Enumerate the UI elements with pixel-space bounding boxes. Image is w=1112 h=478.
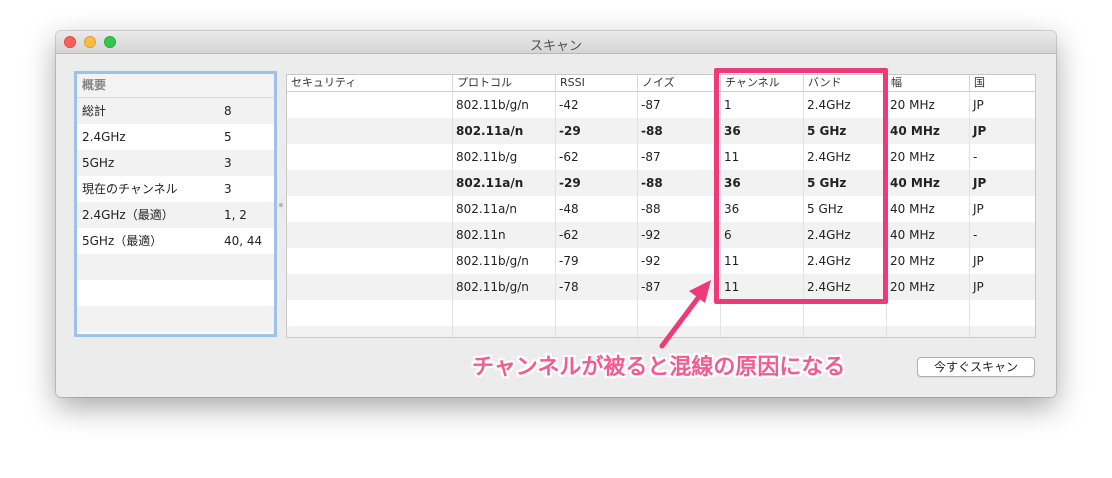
annotation-arrow-icon bbox=[659, 280, 711, 349]
annotation-text: チャンネルが被ると混線の原因になる bbox=[472, 355, 846, 380]
